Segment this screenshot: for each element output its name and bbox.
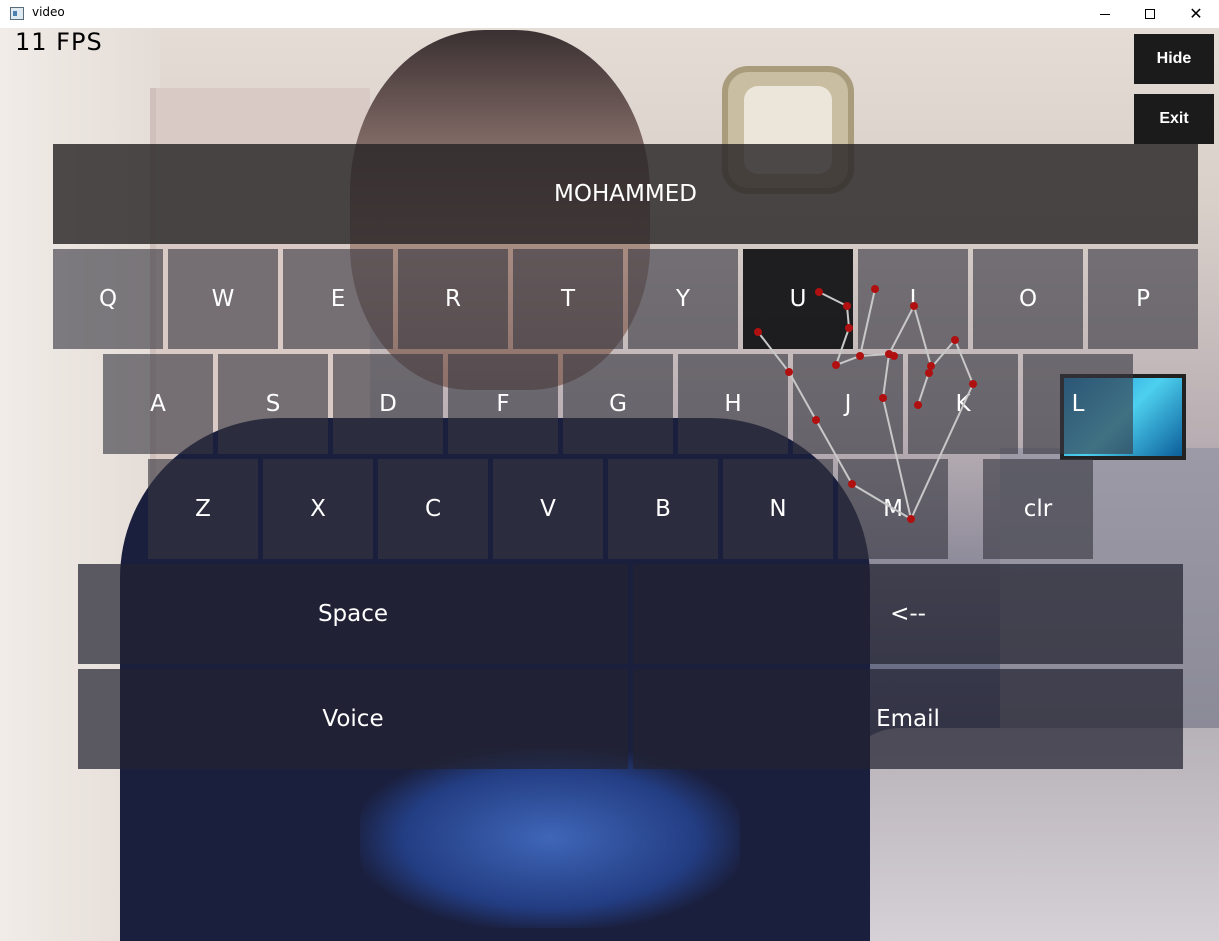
minimize-icon bbox=[1100, 13, 1110, 15]
key-f[interactable]: F bbox=[448, 354, 558, 454]
key-s[interactable]: S bbox=[218, 354, 328, 454]
key-l[interactable]: L bbox=[1023, 354, 1133, 454]
key-u[interactable]: U bbox=[743, 249, 853, 349]
key-h[interactable]: H bbox=[678, 354, 788, 454]
hide-button[interactable]: Hide bbox=[1134, 34, 1214, 84]
voice-key[interactable]: Voice bbox=[78, 669, 628, 769]
key-n[interactable]: N bbox=[723, 459, 833, 559]
window-title: video bbox=[32, 5, 65, 19]
typed-text-display: MOHAMMED bbox=[53, 144, 1198, 244]
key-w[interactable]: W bbox=[168, 249, 278, 349]
key-a[interactable]: A bbox=[103, 354, 213, 454]
key-k[interactable]: K bbox=[908, 354, 1018, 454]
video-feed: 11 FPS Hide Exit MOHAMMED Q W E R T Y U … bbox=[0, 28, 1219, 941]
maximize-button[interactable] bbox=[1127, 0, 1173, 28]
key-x[interactable]: X bbox=[263, 459, 373, 559]
close-button[interactable]: ✕ bbox=[1173, 0, 1219, 28]
email-key[interactable]: Email bbox=[633, 669, 1183, 769]
key-m[interactable]: M bbox=[838, 459, 948, 559]
minimize-button[interactable] bbox=[1082, 0, 1128, 28]
key-v[interactable]: V bbox=[493, 459, 603, 559]
key-b[interactable]: B bbox=[608, 459, 718, 559]
backspace-key[interactable]: <-- bbox=[633, 564, 1183, 664]
key-e[interactable]: E bbox=[283, 249, 393, 349]
exit-button[interactable]: Exit bbox=[1134, 94, 1214, 144]
close-icon: ✕ bbox=[1189, 4, 1203, 23]
key-z[interactable]: Z bbox=[148, 459, 258, 559]
key-o[interactable]: O bbox=[973, 249, 1083, 349]
maximize-icon bbox=[1145, 9, 1155, 19]
window-titlebar: video ✕ bbox=[0, 0, 1219, 28]
shirt-logo bbox=[360, 748, 740, 928]
key-r[interactable]: R bbox=[398, 249, 508, 349]
key-g[interactable]: G bbox=[563, 354, 673, 454]
key-d[interactable]: D bbox=[333, 354, 443, 454]
app-window-icon bbox=[10, 7, 24, 20]
key-c[interactable]: C bbox=[378, 459, 488, 559]
key-y[interactable]: Y bbox=[628, 249, 738, 349]
key-i[interactable]: I bbox=[858, 249, 968, 349]
key-clear[interactable]: clr bbox=[983, 459, 1093, 559]
space-key[interactable]: Space bbox=[78, 564, 628, 664]
fps-counter: 11 FPS bbox=[15, 28, 103, 56]
key-p[interactable]: P bbox=[1088, 249, 1198, 349]
key-t[interactable]: T bbox=[513, 249, 623, 349]
key-j[interactable]: J bbox=[793, 354, 903, 454]
key-q[interactable]: Q bbox=[53, 249, 163, 349]
